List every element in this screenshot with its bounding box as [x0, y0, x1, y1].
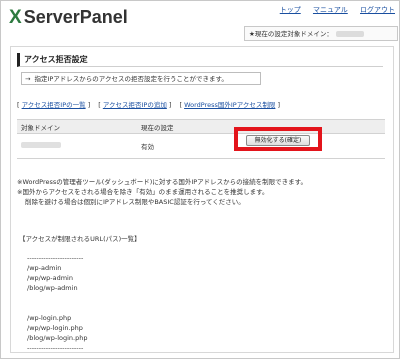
restricted-urls-title: 【アクセスが制限されるURL(パス)一覧】 — [19, 235, 141, 243]
arrow-right-icon: → — [25, 75, 31, 83]
logo-x-icon: X — [9, 7, 22, 28]
current-domain-label: ★現在の設定対象ドメイン： — [249, 30, 333, 38]
list-item: /wp/wp-login.php — [27, 324, 83, 332]
main-panel: アクセス拒否設定 → 指定IPアドレスからのアクセスの拒否設定を行うことができます… — [10, 46, 394, 353]
col-target-domain: 対象ドメイン — [17, 119, 137, 134]
list-item — [27, 303, 87, 313]
note-line: 削除を避ける場合は個別にIPアドレス制限やBASIC認証を行ってください。 — [25, 198, 245, 206]
info-box: → 指定IPアドレスからのアクセスの拒否設定を行うことができます。 — [21, 72, 261, 85]
current-domain-value-redacted — [335, 31, 364, 37]
disable-confirm-button[interactable]: 無効化する(確定) — [246, 135, 310, 146]
nav-logout-link[interactable]: ログアウト — [360, 6, 395, 14]
current-domain-bar: ★現在の設定対象ドメイン： — [244, 26, 398, 41]
status-cell: 有効 — [137, 133, 241, 159]
restricted-urls-list: ------------------------ /wp-admin /wp/w… — [27, 253, 87, 353]
list-item: /blog/wp-admin — [27, 284, 78, 292]
nav-top-link[interactable]: トップ — [280, 6, 301, 14]
list-item: /wp-admin — [27, 264, 62, 272]
list-item — [27, 293, 87, 303]
col-current-setting: 現在の設定 — [137, 119, 241, 134]
tab-deny-ip-add[interactable]: アクセス拒否IPの追加 — [103, 101, 167, 109]
target-domain-cell — [17, 133, 137, 159]
tab-deny-ip-list[interactable]: アクセス拒否IPの一覧 — [22, 101, 86, 109]
list-item: /wp-login.php — [27, 314, 72, 322]
settings-table: 対象ドメイン 現在の設定 有効 — [17, 119, 385, 159]
table-row: 有効 — [17, 133, 385, 159]
list-item: /wp/wp-admin — [27, 274, 73, 282]
nav-manual-link[interactable]: マニュアル — [313, 6, 348, 14]
list-item: ------------------------ — [27, 254, 84, 262]
page-title: アクセス拒否設定 — [17, 53, 383, 67]
notes: ※WordPressの管理者ツール(ダッシュボード)に対する国外IPアドレスから… — [17, 177, 307, 207]
logo: X ServerPanel — [9, 7, 128, 29]
logo-text: ServerPanel — [23, 7, 128, 27]
table-header-row: 対象ドメイン 現在の設定 — [17, 119, 385, 134]
info-text: 指定IPアドレスからのアクセスの拒否設定を行うことができます。 — [34, 75, 228, 83]
note-line: ※WordPressの管理者ツール(ダッシュボード)に対する国外IPアドレスから… — [17, 178, 308, 186]
tab-links: [ アクセス拒否IPの一覧 ][ アクセス拒否IPの追加 ][ WordPres… — [17, 101, 281, 109]
list-item: /blog/wp-login.php — [27, 334, 88, 342]
list-item: ------------------------ — [27, 344, 84, 352]
top-nav: トップ マニュアル ログアウト — [270, 5, 395, 15]
note-line: ※国外からアクセスをされる場合を除き「有効」のまま運用されることを推奨します。 — [17, 188, 269, 196]
domain-redacted — [21, 142, 61, 148]
tab-wordpress-foreign-ip[interactable]: WordPress国外IPアクセス制限 — [184, 101, 275, 109]
